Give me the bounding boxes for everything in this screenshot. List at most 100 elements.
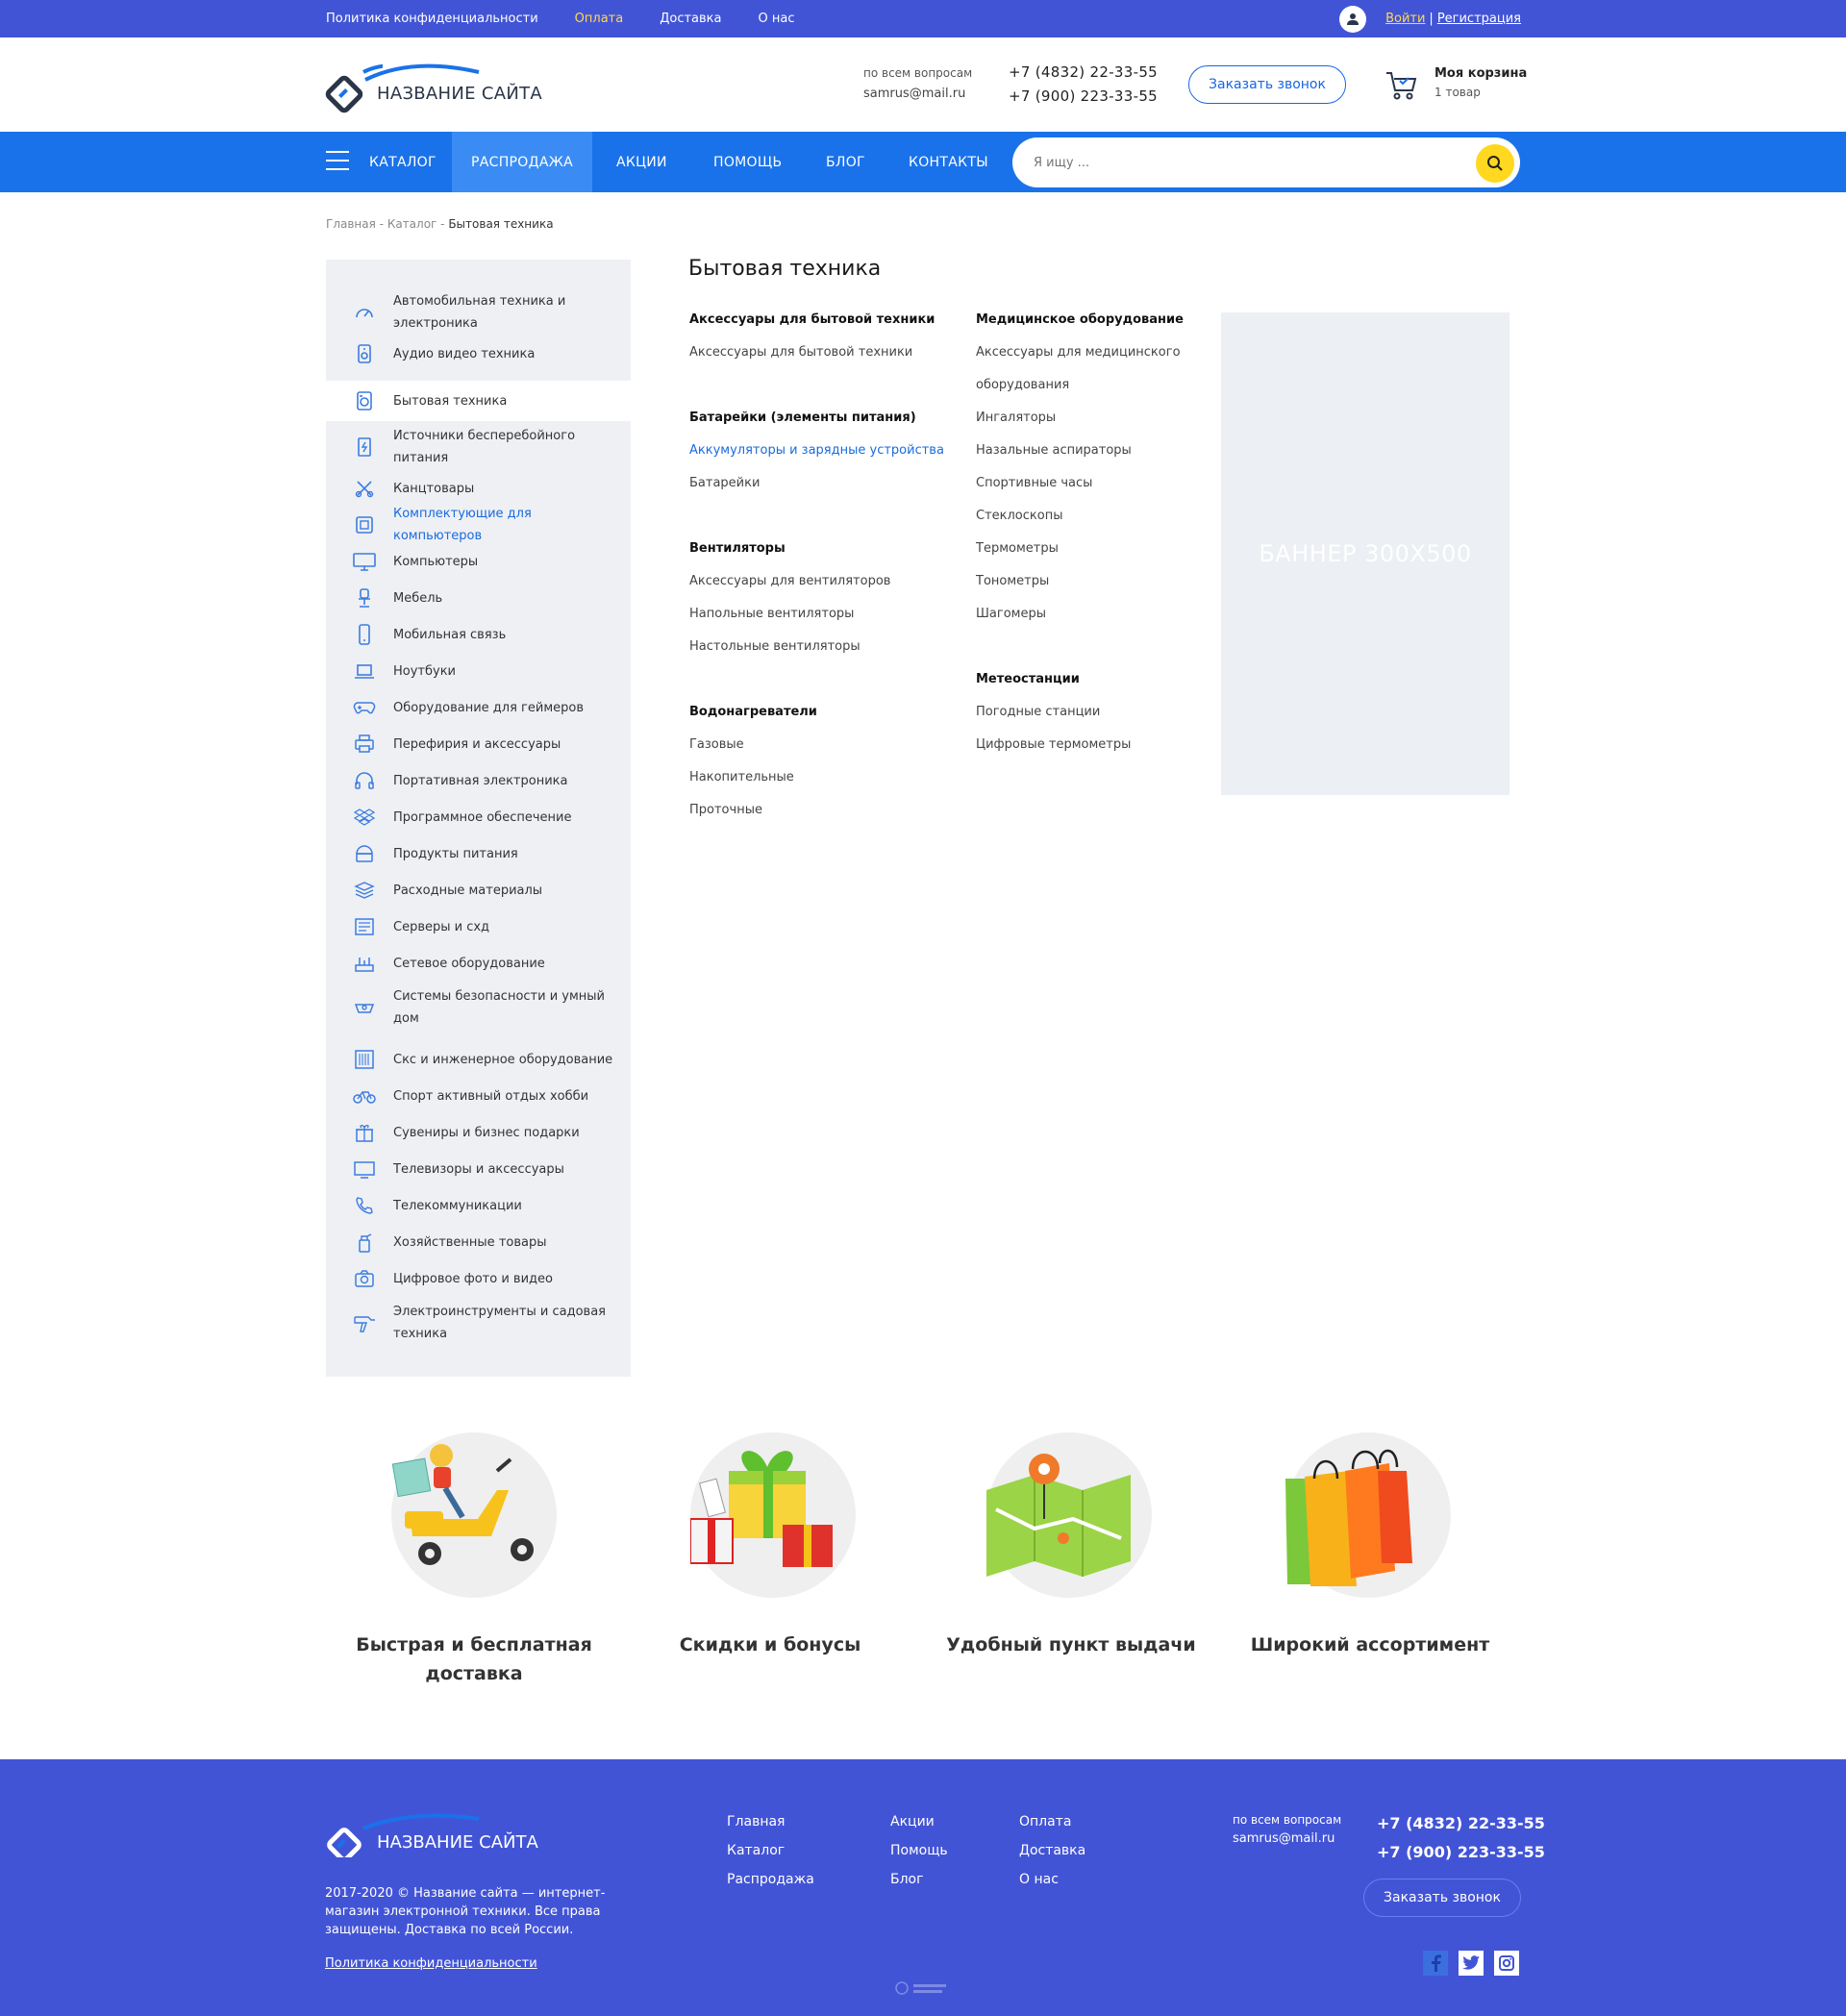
sidebar-item-appliances[interactable]: Бытовая техника: [326, 381, 631, 421]
nav-blog[interactable]: БЛОГ: [826, 132, 865, 192]
sidebar-item-food[interactable]: Продукты питания: [326, 839, 631, 868]
sidebar-item-portable[interactable]: Портативная электроника: [326, 766, 631, 795]
nav-catalog[interactable]: КАТАЛОГ: [369, 132, 437, 192]
subcategory-heading[interactable]: Водонагреватели: [689, 696, 944, 729]
subcategory-link[interactable]: Накопительные: [689, 761, 944, 794]
subcategory-link[interactable]: Аксессуары для бытовой техники: [689, 336, 944, 369]
footer-link[interactable]: Главная: [727, 1807, 814, 1836]
nav-promotions[interactable]: АКЦИИ: [616, 132, 667, 192]
sidebar-item-audio-video[interactable]: Аудио видео техника: [326, 339, 631, 368]
nav-help[interactable]: ПОМОЩЬ: [713, 132, 782, 192]
sidebar-item-gaming[interactable]: Оборудование для геймеров: [326, 693, 631, 722]
breadcrumb-catalog[interactable]: Каталог: [387, 217, 437, 231]
subcategory-link[interactable]: Погодные станции: [976, 696, 1184, 729]
sidebar-item-souvenirs[interactable]: Сувениры и бизнес подарки: [326, 1118, 631, 1147]
subcategory-link[interactable]: Настольные вентиляторы: [689, 631, 944, 663]
facebook-icon[interactable]: [1423, 1951, 1448, 1976]
sidebar-item-household[interactable]: Хозяйственные товары: [326, 1228, 631, 1257]
sidebar-item-servers[interactable]: Серверы и схд: [326, 912, 631, 941]
ad-banner[interactable]: БАННЕР 300X500: [1221, 312, 1509, 795]
subcategory-heading[interactable]: Батарейки (элементы питания): [689, 402, 944, 435]
sidebar-item-power-tools[interactable]: Электроинструменты и садовая техника: [326, 1301, 631, 1345]
sidebar-item-software[interactable]: Программное обеспечение: [326, 803, 631, 832]
subcategory-link[interactable]: Аккумуляторы и зарядные устройства: [689, 435, 944, 467]
subcategory-link[interactable]: Стеклоскопы: [976, 500, 1184, 533]
subcategory-link[interactable]: Назальные аспираторы: [976, 435, 1184, 467]
callback-button[interactable]: Заказать звонок: [1188, 65, 1346, 104]
sidebar-item-label: Мобильная связь: [393, 627, 507, 642]
sidebar-item-security[interactable]: Системы безопасности и умный дом: [326, 985, 631, 1030]
footer-phone-1[interactable]: +7 (4832) 22-33-55: [1377, 1809, 1545, 1838]
subcategory-link[interactable]: Термометры: [976, 533, 1184, 565]
sidebar-item-stationery[interactable]: Канцтовары: [326, 474, 631, 503]
footer-link[interactable]: Доставка: [1019, 1836, 1085, 1865]
sidebar-item-scs[interactable]: Скс и инженерное оборудование: [326, 1045, 631, 1074]
phone-2[interactable]: +7 (900) 223-33-55: [1009, 85, 1158, 109]
sidebar-item-mobile[interactable]: Мобильная связь: [326, 620, 631, 649]
subcategory-link[interactable]: Ингаляторы: [976, 402, 1184, 435]
contact-email[interactable]: samrus@mail.ru: [863, 84, 972, 105]
subcategory-link[interactable]: Тонометры: [976, 565, 1184, 598]
register-link[interactable]: Регистрация: [1437, 12, 1521, 26]
sidebar-item-auto[interactable]: Автомобильная техника и электроника: [326, 290, 631, 335]
sidebar-item-consumables[interactable]: Расходные материалы: [326, 876, 631, 905]
nav-contacts[interactable]: КОНТАКТЫ: [909, 132, 988, 192]
subcategory-link[interactable]: Спортивные часы: [976, 467, 1184, 500]
user-icon[interactable]: [1339, 5, 1367, 33]
subcategory-heading[interactable]: Вентиляторы: [689, 533, 944, 565]
footer-link[interactable]: Помощь: [890, 1836, 948, 1865]
search-button[interactable]: [1476, 144, 1514, 183]
search-input[interactable]: [1034, 137, 1457, 187]
sidebar-item-ups[interactable]: Источники бесперебойного питания: [326, 425, 631, 469]
footer-phone-2[interactable]: +7 (900) 223-33-55: [1377, 1838, 1545, 1867]
subcategory-heading[interactable]: Метеостанции: [976, 663, 1184, 696]
menu-burger-icon[interactable]: [326, 151, 349, 172]
subcategory-link[interactable]: Газовые: [689, 729, 944, 761]
subcategory-link[interactable]: Аксессуары для вентиляторов: [689, 565, 944, 598]
site-logo[interactable]: НАЗВАНИЕ САЙТА: [325, 59, 556, 116]
sidebar-item-pc-components[interactable]: Комплектующие для компьютеров: [326, 507, 631, 543]
footer-policy-link[interactable]: Политика конфиденциальности: [325, 1956, 537, 1971]
footer-callback-button[interactable]: Заказать звонок: [1363, 1879, 1521, 1917]
subcategory-link[interactable]: Проточные: [689, 794, 944, 827]
footer-link[interactable]: Блог: [890, 1865, 948, 1894]
subcategory-heading[interactable]: Аксессуары для бытовой техники: [689, 304, 944, 336]
top-link-policy[interactable]: Политика конфиденциальности: [326, 12, 538, 26]
footer-email[interactable]: samrus@mail.ru: [1233, 1829, 1341, 1849]
subcategory-link[interactable]: Батарейки: [689, 467, 944, 500]
sidebar-item-computers[interactable]: Компьютеры: [326, 547, 631, 576]
sidebar-item-furniture[interactable]: Мебель: [326, 584, 631, 612]
top-link-about[interactable]: О нас: [759, 12, 795, 26]
footer-logo[interactable]: НАЗВАНИЕ САЙТА: [325, 1809, 556, 1857]
cart[interactable]: Моя корзина 1 товар: [1384, 66, 1527, 107]
contact-label: по всем вопросам: [863, 66, 973, 80]
sidebar-item-network[interactable]: Сетевое оборудование: [326, 949, 631, 978]
sidebar-item-tv[interactable]: Телевизоры и аксессуары: [326, 1155, 631, 1183]
phone-1[interactable]: +7 (4832) 22-33-55: [1009, 61, 1158, 85]
footer-link[interactable]: Акции: [890, 1807, 948, 1836]
breadcrumb-home[interactable]: Главная: [326, 217, 376, 231]
sidebar-item-photo[interactable]: Цифровое фото и видео: [326, 1264, 631, 1293]
footer-link[interactable]: Распродажа: [727, 1865, 814, 1894]
subcategory-link[interactable]: Цифровые термометры: [976, 729, 1184, 761]
top-links: Политика конфиденциальности Оплата Доста…: [326, 0, 831, 37]
developer-logo[interactable]: [894, 1977, 952, 2005]
footer-link[interactable]: Каталог: [727, 1836, 814, 1865]
login-link[interactable]: Войти: [1385, 12, 1425, 26]
footer-link[interactable]: Оплата: [1019, 1807, 1085, 1836]
sidebar-item-laptops[interactable]: Ноутбуки: [326, 657, 631, 685]
footer-link[interactable]: О нас: [1019, 1865, 1085, 1894]
nav-sale[interactable]: РАСПРОДАЖА: [452, 132, 592, 192]
twitter-icon[interactable]: [1459, 1951, 1484, 1976]
sidebar-item-sport[interactable]: Спорт активный отдых хобби: [326, 1082, 631, 1110]
subcategory-heading[interactable]: Медицинское оборудование: [976, 304, 1184, 336]
subcategory-link[interactable]: Аксессуары для медицинского: [976, 336, 1184, 369]
subcategory-link[interactable]: Напольные вентиляторы: [689, 598, 944, 631]
top-link-payment[interactable]: Оплата: [575, 12, 624, 26]
sidebar-item-telecom[interactable]: Телекоммуникации: [326, 1191, 631, 1220]
subcategory-link[interactable]: оборудования: [976, 369, 1184, 402]
top-link-delivery[interactable]: Доставка: [660, 12, 721, 26]
subcategory-link[interactable]: Шагомеры: [976, 598, 1184, 631]
instagram-icon[interactable]: [1494, 1951, 1519, 1976]
sidebar-item-peripherals[interactable]: Перефирия и аксессуары: [326, 730, 631, 759]
